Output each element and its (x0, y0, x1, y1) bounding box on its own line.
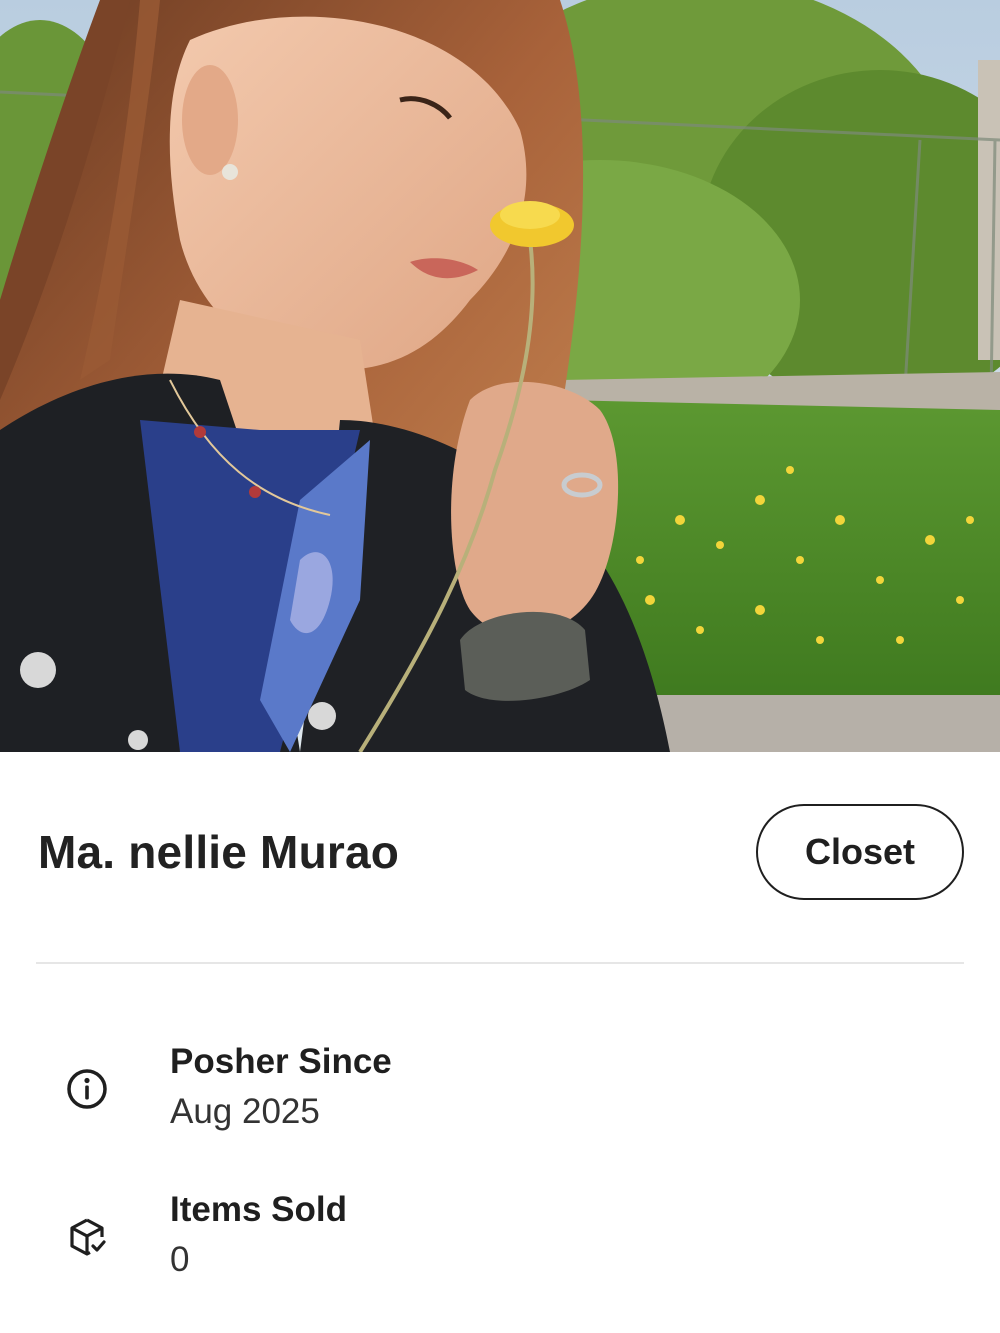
profile-page: Ma. nellie Murao Closet Posher Since Aug… (0, 0, 1000, 1333)
user-name: Ma. nellie Murao (38, 826, 400, 878)
profile-header: Ma. nellie Murao Closet (38, 804, 964, 900)
items-sold-value: 0 (170, 1240, 190, 1279)
closet-button[interactable]: Closet (756, 804, 964, 900)
posher-since-value: Aug 2025 (170, 1092, 320, 1131)
items-sold-label: Items Sold (170, 1190, 347, 1229)
info-icon (64, 1066, 110, 1112)
divider (36, 962, 964, 964)
profile-photo (0, 0, 1000, 752)
package-check-icon (64, 1214, 110, 1260)
posher-since-label: Posher Since (170, 1042, 392, 1081)
items-sold-row: Items Sold 0 (0, 1188, 1000, 1288)
posher-since-row: Posher Since Aug 2025 (0, 1040, 1000, 1140)
